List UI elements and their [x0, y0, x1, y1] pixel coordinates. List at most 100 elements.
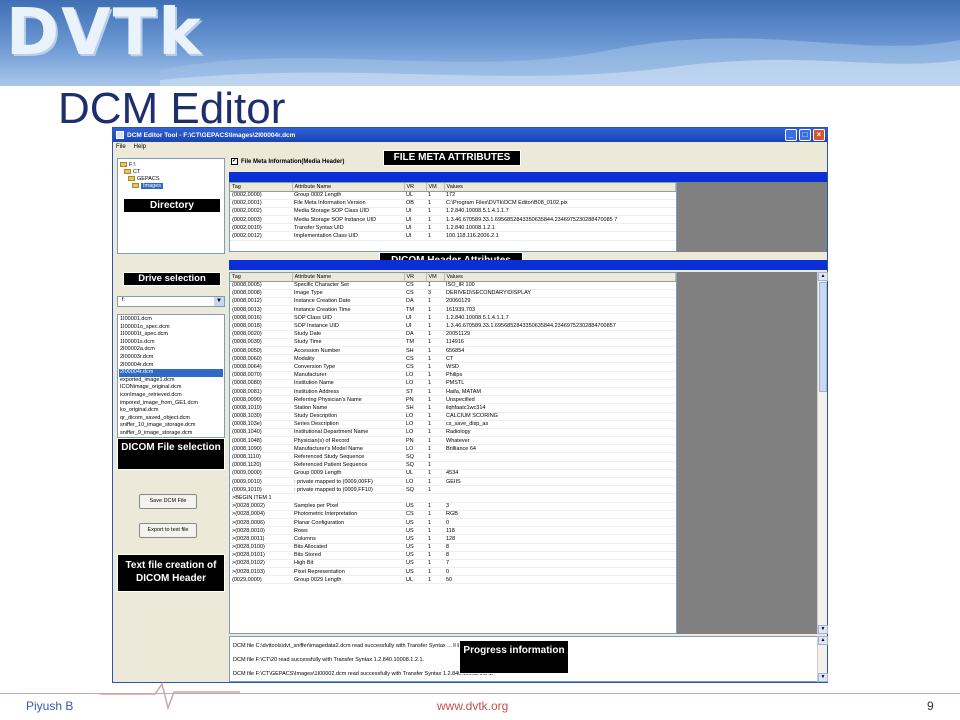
table-row[interactable]: (0008,0080) Institution Name LO 1 PMSTL [230, 379, 676, 388]
file-list-item[interactable]: 1I00001t_spec.dcm [119, 331, 223, 339]
file-list-item[interactable]: 2I00003r.dcm [119, 354, 223, 362]
table-row[interactable]: (0008,0013) Instance Creation Time TM 1 1619… [230, 305, 676, 315]
close-button[interactable]: × [813, 129, 825, 141]
col-header-values[interactable]: Values [444, 273, 676, 282]
file-list-item[interactable]: 1I00001o_spec.dcm [119, 324, 223, 332]
file-list-item[interactable]: exported_image1.dcm [119, 377, 223, 385]
table-row[interactable]: >(0028,0101) Bits Stored US 1 8 [230, 551, 676, 560]
table-row[interactable]: (0002,0000) Group 0002 Length UL 1 172 [230, 191, 676, 200]
table-row[interactable]: >(0028,0103) Pixel Representation US 1 0 [230, 567, 676, 577]
table-row[interactable]: >(0028,0006) Planar Configuration US 1 0 [230, 518, 676, 528]
table-row[interactable]: (0008,0008) Image Type CS 3 DERIVED\SECONDAR… [230, 289, 676, 298]
table-row[interactable]: (0008,0005) Specific Character Set CS 1 ISO_… [230, 281, 676, 290]
table-row[interactable]: (0002,0012) Implementation Class UID UI 1 10… [230, 231, 676, 241]
file-list-item[interactable]: 2I00004r.dcm [119, 362, 223, 370]
col-header-vm[interactable]: VM [426, 273, 445, 282]
table-row[interactable]: (0008,0016) SOP Class UID UI 1 1.2.840.10008… [230, 313, 676, 323]
table-cell: UI [404, 321, 426, 331]
table-row[interactable]: (0008,0012) Instance Creation Date DA 1 2006… [230, 297, 676, 307]
col-header-vr[interactable]: VR [404, 273, 427, 282]
dicom-header-table[interactable]: Tag Attribute Name VR VM Values (0008,00… [229, 272, 677, 634]
file-list[interactable]: 1I00001.dcm 1I00001o_spec.dcm 1I00001t_spe… [117, 314, 225, 438]
col-header-attribute-name[interactable]: Attribute Name [292, 183, 405, 192]
footer-website[interactable]: www.dvtk.org [437, 699, 508, 713]
table-row[interactable]: (0008,1120) Referenced Patient Sequence SQ… [230, 461, 676, 470]
window-titlebar[interactable]: DCM Editor Tool - F:\CT\GEPACS\Images\2I… [113, 128, 827, 142]
file-list-item[interactable]: sniffer_9_image_storage.dcm [119, 430, 223, 437]
table-row[interactable]: >(0028,0002) Samples per Pixel US 1 3 [230, 502, 676, 511]
tree-node-selected[interactable]: Images [120, 182, 222, 189]
file-list-item[interactable]: sniffer_10_image_storage.dcm [119, 422, 223, 430]
file-list-item[interactable]: 1I00001s.dcm [119, 339, 223, 347]
col-header-vm[interactable]: VM [426, 183, 445, 192]
log-scrollbar[interactable]: ▲ ▼ [817, 636, 828, 682]
table-row[interactable]: (0002,0002) Media Storage SOP Class UID UI… [230, 207, 676, 217]
save-dcm-file-button[interactable]: Save DCM File [139, 494, 197, 509]
file-meta-checkbox-row[interactable]: ✓ File Meta Information(Media Header) [231, 158, 344, 165]
col-header-vr[interactable]: VR [404, 183, 427, 192]
table-row[interactable]: (0008,0070) Manufacturer LO 1 Philips [230, 371, 676, 380]
scroll-up-arrow-icon[interactable]: ▲ [818, 636, 828, 645]
table-row[interactable]: (0008,0020) Study Date DA 1 20051129 [230, 330, 676, 339]
table-row[interactable]: (0009,0010) : private mapped to (0009,00… [230, 477, 676, 487]
file-list-item[interactable]: impored_image_from_GE1.dcm [119, 400, 223, 408]
table-row[interactable]: (0008,1040) Institutional Department Name… [230, 428, 676, 438]
table-cell: 114916 [444, 338, 676, 348]
file-list-item[interactable]: qr_dicom_saved_object.dcm [119, 415, 223, 423]
drive-select[interactable]: f: ▼ [117, 296, 225, 307]
table-row[interactable]: (0008,0060) Modality CS 1 CT [230, 354, 676, 364]
table-row[interactable]: (0002,0001) File Meta Information Version… [230, 199, 676, 208]
scrollbar-thumb[interactable] [819, 282, 827, 392]
table-row[interactable]: >(0028,0010) Rows US 1 118 [230, 526, 676, 536]
menu-help[interactable]: Help [134, 144, 146, 150]
col-header-tag[interactable]: Tag [230, 183, 293, 192]
scroll-up-arrow-icon[interactable]: ▲ [818, 272, 828, 281]
file-meta-checkbox[interactable]: ✓ [231, 158, 238, 165]
col-header-values[interactable]: Values [444, 183, 676, 192]
file-list-item[interactable]: ko_original.dcm [119, 407, 223, 415]
header-table-scrollbar[interactable]: ▲ ▼ [817, 272, 828, 634]
table-row[interactable]: (0008,0064) Conversion Type CS 1 WSD [230, 362, 676, 372]
table-row[interactable]: >BEGIN ITEM 1 [230, 493, 676, 503]
file-list-item-selected[interactable]: 2I00004r.dcm [119, 369, 223, 377]
maximize-button[interactable]: □ [799, 129, 811, 141]
table-row[interactable]: >(0028,0004) Photometric Interpretation CS… [230, 510, 676, 519]
export-to-text-button[interactable]: Export to text file [139, 523, 197, 538]
file-list-item[interactable]: ICONimage_original.dcm [119, 384, 223, 392]
tree-node[interactable]: CT [120, 168, 222, 175]
table-row[interactable]: (0008,1048) Physician(s) of Record PN 1 What… [230, 436, 676, 446]
table-row[interactable]: (0002,0003) Media Storage SOP Instance UI… [230, 215, 676, 225]
scroll-down-arrow-icon[interactable]: ▼ [818, 673, 828, 682]
file-list-item[interactable]: 2I00002a.dcm [119, 346, 223, 354]
table-row[interactable]: (0008,0030) Study Time TM 1 114916 [230, 338, 676, 348]
table-row[interactable]: (0008,0081) Institution Address ST 1 Haifa, … [230, 387, 676, 397]
table-row[interactable]: >(0028,0100) Bits Allocated US 1 8 [230, 543, 676, 552]
table-row[interactable]: (0002,0010) Transfer Syntax UID UI 1 1.2.840… [230, 223, 676, 233]
col-header-tag[interactable]: Tag [230, 273, 293, 282]
tree-node[interactable]: GEPACS [120, 175, 222, 182]
table-row[interactable]: (0008,0090) Referring Physician's Name PN 1… [230, 395, 676, 405]
table-row[interactable]: (0029,0000) Group 0029 Length UL 1 50 [230, 575, 676, 585]
table-row[interactable]: (0009,0000) Group 0009 Length UL 1 4534 [230, 469, 676, 479]
file-list-item[interactable]: 1I00001.dcm [119, 316, 223, 324]
scroll-down-arrow-icon[interactable]: ▼ [818, 625, 828, 634]
table-row[interactable]: (0008,103e) Series Description LO 1 cs_save_… [230, 420, 676, 429]
table-row[interactable]: (0008,1030) Study Description LO 1 CALCIUM S… [230, 412, 676, 421]
file-list-item[interactable]: iconImage_retrieved.dcm [119, 392, 223, 400]
table-row[interactable]: >(0028,0011) Columns US 1 128 [230, 534, 676, 544]
table-cell: Referenced Study Sequence [292, 452, 404, 462]
table-row[interactable]: (0009,1010) : private mapped to (0009,FF… [230, 485, 676, 495]
table-row[interactable]: (0008,0050) Accession Number SH 1 656854 [230, 346, 676, 356]
menu-file[interactable]: File [116, 144, 126, 150]
col-header-attribute-name[interactable]: Attribute Name [292, 273, 405, 282]
minimize-button[interactable]: _ [785, 129, 797, 141]
table-row[interactable]: (0008,1090) Manufacturer's Model Name LO 1 B… [230, 444, 676, 454]
tree-node[interactable]: F:\ [120, 161, 222, 168]
chevron-down-icon[interactable]: ▼ [214, 297, 224, 306]
table-row[interactable]: >(0028,0102) High Bit US 1 7 [230, 559, 676, 569]
table-cell: Institutional Department Name [292, 428, 404, 438]
table-row[interactable]: (0008,1110) Referenced Study Sequence SQ 1 [230, 452, 676, 462]
file-meta-table[interactable]: Tag Attribute Name VR VM Values (0002,00… [229, 182, 677, 252]
table-row[interactable]: (0008,0018) SOP Instance UID UI 1 1.3.46.670… [230, 321, 676, 331]
table-row[interactable]: (0008,1010) Station Name SH 1 ilqhfaatc1wc31… [230, 403, 676, 413]
